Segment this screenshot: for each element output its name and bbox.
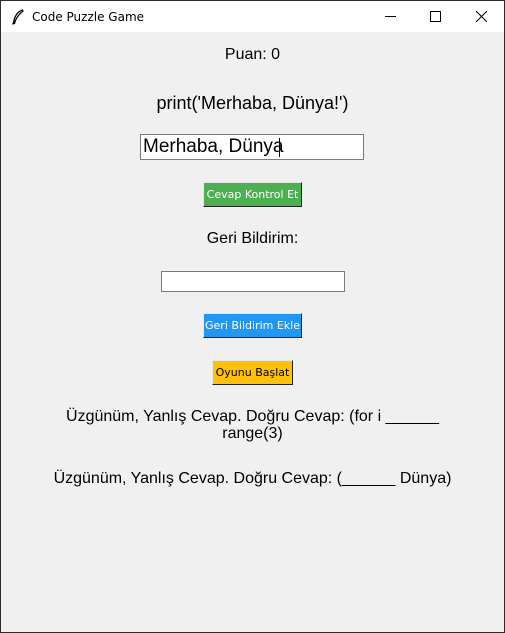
minimize-button[interactable] [367,1,413,32]
window-title: Code Puzzle Game [32,10,145,24]
result-message-2: Üzgünüm, Yanlış Cevap. Doğru Cevap: (___… [53,470,452,487]
check-answer-button[interactable]: Cevap Kontrol Et [203,182,302,207]
code-prompt: print('Merhaba, Dünya!') [156,93,349,113]
feather-icon [11,9,25,25]
maximize-button[interactable] [412,1,458,32]
result-message-1: Üzgünüm, Yanlış Cevap. Doğru Cevap: (for… [1,408,504,442]
app-window: Code Puzzle Game Puan: 0 print('Merhaba,… [0,0,505,633]
feedback-label: Geri Bildirim: [206,230,299,247]
answer-input[interactable] [140,134,364,160]
text-cursor [279,138,280,157]
game-panel: Puan: 0 print('Merhaba, Dünya!') Cevap K… [1,32,504,632]
result-message-1-line-a: Üzgünüm, Yanlış Cevap. Doğru Cevap: (for… [66,408,439,425]
minimize-icon [384,16,396,17]
close-icon [475,11,487,22]
close-button[interactable] [458,1,504,32]
title-bar[interactable]: Code Puzzle Game [1,1,504,32]
result-message-1-line-b: range(3) [222,425,283,442]
feedback-input[interactable] [161,271,345,292]
maximize-icon [429,11,441,22]
start-game-button[interactable]: Oyunu Başlat [212,360,293,385]
add-feedback-button[interactable]: Geri Bildirim Ekle [203,313,302,338]
score-label: Puan: 0 [224,46,281,63]
